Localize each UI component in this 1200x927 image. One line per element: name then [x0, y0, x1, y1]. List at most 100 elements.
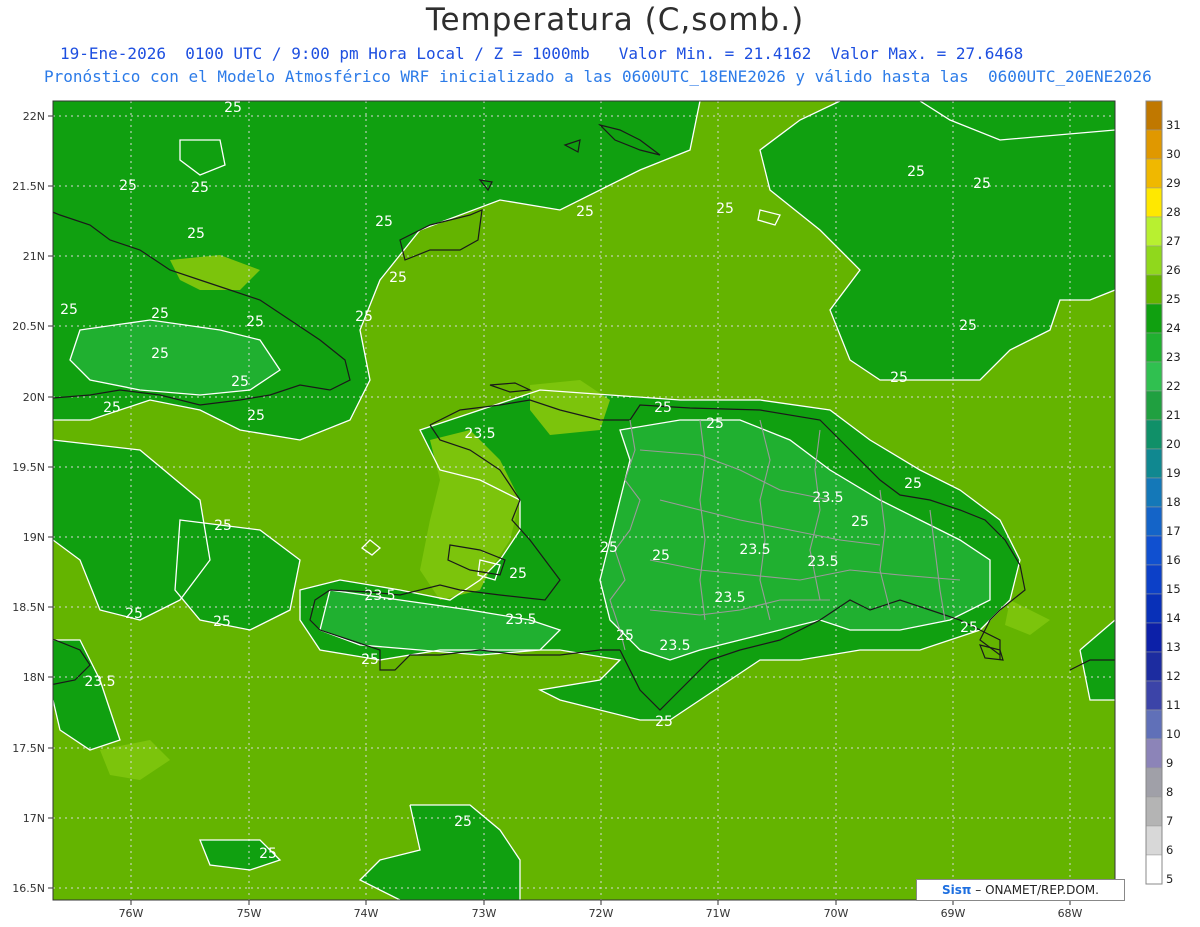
colorbar-swatch [1145, 419, 1163, 450]
colorbar-label: 27 [1166, 234, 1181, 248]
contour-label: 25 [355, 309, 373, 325]
colorbar-label: 7 [1166, 814, 1173, 828]
colorbar-swatch [1145, 854, 1163, 885]
contour-label: 25 [907, 164, 925, 180]
lat-label: 20N [23, 391, 45, 404]
lon-label: 75W [237, 907, 262, 920]
colorbar-label: 15 [1166, 582, 1181, 596]
sispi-logo: Sisπ [942, 883, 972, 897]
colorbar-swatch [1145, 129, 1163, 160]
lat-label: 21N [23, 250, 45, 263]
colorbar-swatch [1145, 216, 1163, 247]
colorbar-label: 8 [1166, 785, 1173, 799]
colorbar-label: 29 [1166, 176, 1181, 190]
credit-box: Sisπ – ONAMET/REP.DOM. [916, 879, 1125, 901]
contour-label: 25 [60, 302, 78, 318]
colorbar-label: 24 [1166, 321, 1181, 335]
colorbar-label: 18 [1166, 495, 1181, 509]
lat-label: 17N [23, 812, 45, 825]
contour-label: 25 [576, 204, 594, 220]
contour-label: 25 [213, 614, 231, 630]
colorbar-label: 21 [1166, 408, 1181, 422]
contour-label: 23.5 [464, 426, 495, 442]
colorbar-label: 12 [1166, 669, 1181, 683]
contour-label: 25 [103, 400, 121, 416]
colorbar-swatch [1145, 796, 1163, 827]
contour-label: 25 [214, 518, 232, 534]
contour-label: 23.5 [807, 554, 838, 570]
contour-label: 25 [655, 714, 673, 730]
contour-label: 25 [600, 540, 618, 556]
colorbar-swatch [1145, 303, 1163, 334]
colorbar-swatch [1145, 738, 1163, 769]
lon-label: 70W [824, 907, 849, 920]
colorbar-swatch [1145, 332, 1163, 363]
colorbar-swatch [1145, 390, 1163, 421]
colorbar-label: 25 [1166, 292, 1181, 306]
colorbar-label: 13 [1166, 640, 1181, 654]
colorbar-swatch [1145, 477, 1163, 508]
colorbar-label: 14 [1166, 611, 1181, 625]
contour-label: 25 [616, 628, 634, 644]
contour-label: 25 [706, 416, 724, 432]
contour-label: 23.5 [505, 612, 536, 628]
colorbar-swatch [1145, 245, 1163, 276]
lon-label: 76W [119, 907, 144, 920]
contour-label: 25 [973, 176, 991, 192]
contour-label: 25 [191, 180, 209, 196]
colorbar-swatch [1145, 100, 1163, 131]
lat-label: 19.5N [12, 461, 45, 474]
colorbar-swatch [1145, 187, 1163, 218]
colorbar-label: 26 [1166, 263, 1181, 277]
contour-label: 25 [904, 476, 922, 492]
colorbar-swatch [1145, 709, 1163, 740]
lat-label: 22N [23, 110, 45, 123]
contour-label: 25 [246, 314, 264, 330]
lon-label: 69W [941, 907, 966, 920]
colorbar-label: 30 [1166, 147, 1181, 161]
colorbar-swatch [1145, 564, 1163, 595]
contour-label: 25 [960, 620, 978, 636]
colorbar-label: 10 [1166, 727, 1181, 741]
colorbar-label: 9 [1166, 756, 1173, 770]
contour-label: 23.5 [739, 542, 770, 558]
colorbar-swatch [1145, 506, 1163, 537]
colorbar-swatch [1145, 158, 1163, 189]
colorbar-swatch [1145, 361, 1163, 392]
contour-label: 23.5 [714, 590, 745, 606]
contour-label: 25 [389, 270, 407, 286]
lat-label: 19N [23, 531, 45, 544]
map-field: 25 25 25 25 25 25 25 25 25 25 25 25 25 25 23.5 25 25 25 25… [53, 101, 1115, 900]
colorbar-label: 16 [1166, 553, 1181, 567]
colorbar-label: 17 [1166, 524, 1181, 538]
credit-text: – ONAMET/REP.DOM. [975, 883, 1099, 897]
contour-label: 25 [959, 318, 977, 334]
lat-label: 17.5N [12, 742, 45, 755]
colorbar-swatch [1145, 593, 1163, 624]
colorbar-label: 19 [1166, 466, 1181, 480]
lon-label: 73W [472, 907, 497, 920]
colorbar-label: 31 [1166, 118, 1181, 132]
contour-label: 25 [652, 548, 670, 564]
lon-label: 74W [354, 907, 379, 920]
colorbar-swatch [1145, 535, 1163, 566]
colorbar-label: 28 [1166, 205, 1181, 219]
colorbar-label: 20 [1166, 437, 1181, 451]
contour-label: 25 [125, 606, 143, 622]
lat-label: 21.5N [12, 180, 45, 193]
colorbar: 31 30 29 28 27 26 25 24 23 22 21 20 19 18 17 16 15 14 13 12… [1145, 100, 1181, 886]
colorbar-label: 6 [1166, 843, 1173, 857]
colorbar-label: 5 [1166, 872, 1173, 886]
contour-label: 25 [247, 408, 265, 424]
colorbar-label: 11 [1166, 698, 1181, 712]
contour-label: 25 [654, 400, 672, 416]
contour-label: 25 [259, 846, 277, 862]
lat-label: 18N [23, 671, 45, 684]
contour-label: 25 [187, 226, 205, 242]
lon-label: 68W [1058, 907, 1083, 920]
longitude-axis: 76W 75W 74W 73W 72W 71W 70W 69W 68W [119, 900, 1083, 920]
lon-label: 71W [706, 907, 731, 920]
colorbar-swatch [1145, 448, 1163, 479]
contour-label: 25 [151, 306, 169, 322]
lat-label: 20.5N [12, 320, 45, 333]
